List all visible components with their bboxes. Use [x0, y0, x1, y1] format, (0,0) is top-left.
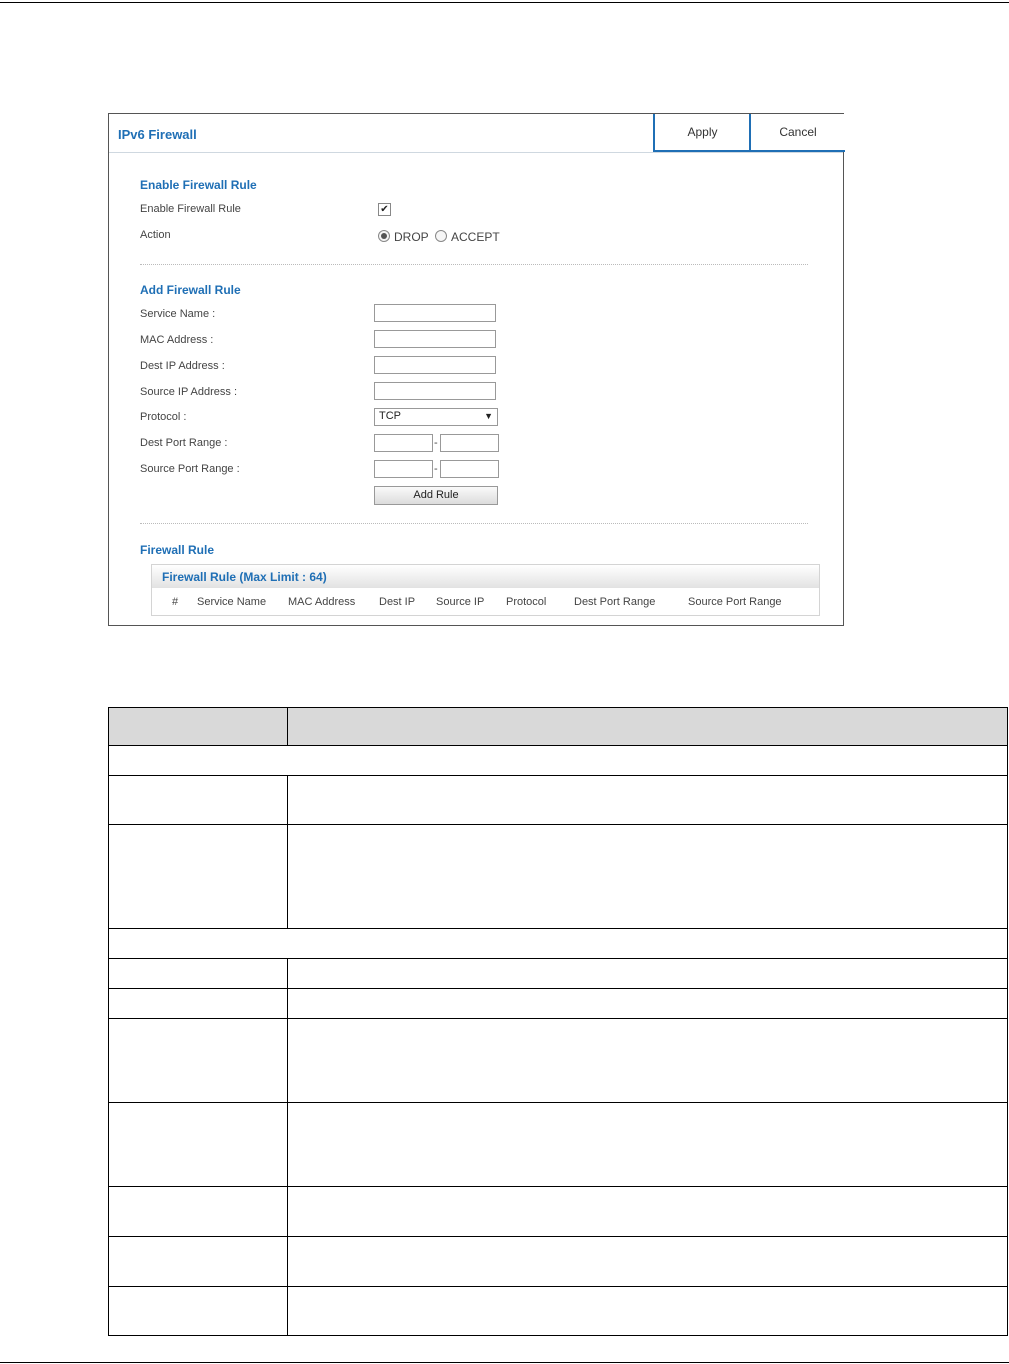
- action-label: Action: [140, 229, 171, 241]
- dest-port-end-input[interactable]: [440, 434, 499, 452]
- dest-port-separator: -: [434, 437, 438, 449]
- protocol-select[interactable]: TCP ▼: [374, 408, 498, 426]
- table-row-divider: [109, 1186, 1007, 1187]
- panel-title: IPv6 Firewall: [118, 127, 197, 142]
- action-drop-radio[interactable]: [378, 230, 390, 242]
- section-divider: [140, 523, 808, 524]
- column-header: #: [172, 596, 179, 608]
- table-row-divider: [109, 1236, 1007, 1237]
- table-row-divider: [109, 1286, 1007, 1287]
- column-header: Dest Port Range: [574, 596, 656, 608]
- table-row-divider: [109, 775, 1007, 776]
- checkmark-icon: ✔: [380, 204, 389, 215]
- table-row-divider: [109, 928, 1007, 929]
- column-header: Source Port Range: [688, 596, 782, 608]
- mac-address-input[interactable]: [374, 330, 496, 348]
- column-header: Source IP: [436, 596, 485, 608]
- column-header: MAC Address: [288, 596, 356, 608]
- table-row-divider: [109, 824, 1007, 825]
- page-top-rule: [0, 2, 1009, 3]
- action-drop-label: DROP: [394, 230, 429, 244]
- column-divider: [287, 775, 288, 928]
- source-port-end-input[interactable]: [440, 460, 499, 478]
- service-name-label: Service Name :: [140, 308, 216, 320]
- dest-port-start-input[interactable]: [374, 434, 433, 452]
- column-header: Service Name: [197, 596, 267, 608]
- enable-firewall-checkbox[interactable]: ✔: [378, 203, 391, 216]
- chevron-down-icon: ▼: [484, 411, 493, 421]
- description-table-header: [109, 708, 1007, 745]
- firewall-rule-table: Firewall Rule (Max Limit : 64) # Service…: [151, 564, 820, 616]
- mac-address-label: MAC Address :: [140, 334, 214, 346]
- cancel-button[interactable]: Cancel: [749, 114, 845, 152]
- dest-ip-label: Dest IP Address :: [140, 360, 225, 372]
- page-bottom-rule: [0, 1362, 1009, 1363]
- column-header: Protocol: [506, 596, 547, 608]
- source-port-start-input[interactable]: [374, 460, 433, 478]
- source-ip-input[interactable]: [374, 382, 496, 400]
- panel-header: IPv6 Firewall Apply Cancel: [109, 114, 845, 153]
- protocol-label: Protocol :: [140, 411, 187, 423]
- dest-port-label: Dest Port Range :: [140, 437, 228, 449]
- source-port-label: Source Port Range :: [140, 463, 240, 475]
- table-row-divider: [109, 1102, 1007, 1103]
- column-header: Dest IP: [379, 596, 416, 608]
- column-divider: [287, 708, 288, 745]
- table-row-divider: [109, 1018, 1007, 1019]
- table-row-divider: [109, 745, 1007, 746]
- rule-table-header: Firewall Rule (Max Limit : 64): [152, 565, 819, 588]
- source-ip-label: Source IP Address :: [140, 386, 238, 398]
- apply-button[interactable]: Apply: [653, 114, 750, 152]
- section-divider: [140, 264, 808, 265]
- enable-firewall-label: Enable Firewall Rule: [140, 203, 241, 215]
- ipv6-firewall-panel: IPv6 Firewall Apply Cancel Enable Firewa…: [108, 113, 845, 626]
- table-row-divider: [109, 988, 1007, 989]
- column-divider: [287, 958, 288, 1335]
- description-table: [108, 707, 1008, 1336]
- action-accept-radio[interactable]: [435, 230, 447, 242]
- source-port-separator: -: [434, 463, 438, 475]
- add-rule-button[interactable]: Add Rule: [374, 486, 498, 505]
- table-row-divider: [109, 958, 1007, 959]
- add-section-title: Add Firewall Rule: [140, 283, 241, 297]
- rule-table-title: Firewall Rule (Max Limit : 64): [162, 570, 327, 584]
- service-name-input[interactable]: [374, 304, 496, 322]
- protocol-value: TCP: [379, 410, 401, 422]
- rule-section-title: Firewall Rule: [140, 543, 215, 557]
- enable-section-title: Enable Firewall Rule: [140, 178, 257, 192]
- dest-ip-input[interactable]: [374, 356, 496, 374]
- action-accept-label: ACCEPT: [451, 230, 500, 244]
